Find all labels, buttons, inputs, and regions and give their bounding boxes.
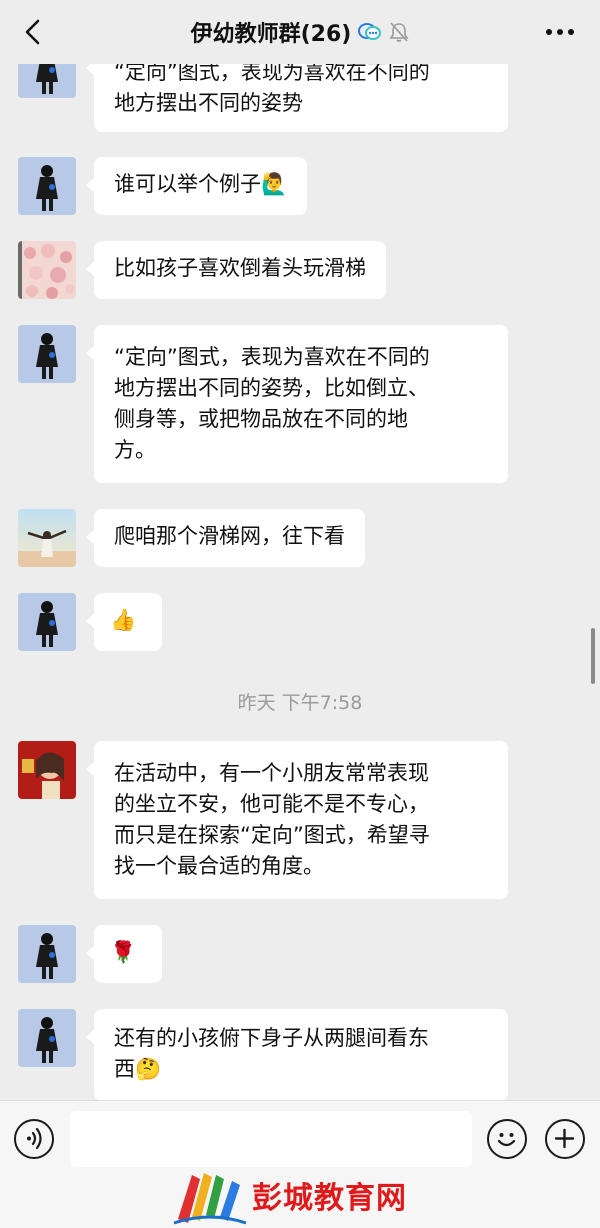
- avatar[interactable]: [18, 325, 76, 383]
- avatar[interactable]: [18, 1009, 76, 1067]
- watermark: 彭城教育网: [170, 1167, 440, 1227]
- avatar[interactable]: [18, 593, 76, 651]
- message-bubble[interactable]: 在活动中，有一个小朋友常常表现 的坐立不安，他可能不是不专心， 而只是在探索“定…: [86, 741, 508, 899]
- timestamp: 昨天 下午7:58: [237, 692, 363, 714]
- more-dots-icon: [546, 29, 574, 35]
- message-line: 还有的小孩俯下身子从两腿间看东: [114, 1026, 429, 1050]
- message-line: 侧身等，或把物品放在不同的地: [114, 407, 408, 431]
- message-bubble[interactable]: 👍: [86, 593, 162, 651]
- message-line: 在活动中，有一个小朋友常常表现: [114, 761, 429, 785]
- avatar[interactable]: [18, 157, 76, 215]
- message-line: 西🤔: [114, 1057, 162, 1081]
- message-bubble[interactable]: 🌹: [86, 925, 162, 983]
- message-bubble[interactable]: 谁可以举个例子🙋‍♂️: [85, 157, 308, 215]
- title-group[interactable]: 伊幼教师群(26): [191, 16, 410, 48]
- message-line: 谁可以举个例子🙋‍♂️: [114, 172, 288, 196]
- input-bar: 彭城教育网: [0, 1100, 600, 1228]
- message-line: 地方摆出不同的姿势，比如倒立、: [114, 376, 429, 400]
- message-line: 爬咱那个滑梯网，往下看: [114, 524, 345, 548]
- avatar[interactable]: [18, 241, 76, 299]
- plus-button[interactable]: [545, 1119, 585, 1159]
- message-line: 而只是在探索“定向”图式，希望寻: [114, 823, 430, 847]
- emoji-button[interactable]: [487, 1119, 527, 1159]
- message-line: 🌹: [110, 940, 137, 964]
- chat-bubbles-icon: [358, 23, 382, 40]
- message-line: 👍: [110, 608, 137, 632]
- message-line: 找一个最合适的角度。: [114, 854, 324, 878]
- message-bubble[interactable]: “定向”图式，表现为喜欢在不同的 地方摆出不同的姿势，比如倒立、 侧身等，或把物…: [86, 325, 508, 483]
- message-line: 方。: [114, 438, 156, 462]
- message-bubble[interactable]: 爬咱那个滑梯网，往下看: [86, 509, 365, 567]
- back-button[interactable]: [20, 18, 48, 46]
- watermark-text: 彭城教育网: [252, 1181, 407, 1216]
- voice-icon: [27, 1127, 42, 1150]
- message-line: 地方摆出不同的姿势: [114, 91, 303, 115]
- message-line: 的坐立不安，他可能不是不专心，: [114, 792, 429, 816]
- message-bubble[interactable]: 比如孩子喜欢倒着头玩滑梯: [86, 241, 386, 299]
- books-logo-icon: [173, 1173, 247, 1225]
- avatar[interactable]: [18, 741, 76, 799]
- voice-button[interactable]: [14, 1119, 54, 1159]
- chat-header: 伊幼教师群(26): [0, 0, 600, 64]
- chat-area[interactable]: “定向”图式，表现为喜欢在不同的 地方摆出不同的姿势 谁可以举个例子🙋‍♂️ 比…: [0, 0, 600, 1100]
- avatar[interactable]: [18, 509, 76, 567]
- more-button[interactable]: [544, 22, 576, 42]
- message-line: 比如孩子喜欢倒着头玩滑梯: [114, 256, 366, 280]
- message-bubble[interactable]: 还有的小孩俯下身子从两腿间看东 西🤔: [86, 1009, 508, 1100]
- scrollbar[interactable]: [591, 628, 595, 684]
- message-line: “定向”图式，表现为喜欢在不同的: [114, 345, 430, 369]
- page-title: 伊幼教师群(26): [190, 22, 352, 47]
- smiley-icon: [497, 1133, 516, 1147]
- message-input[interactable]: [70, 1111, 472, 1167]
- plus-icon: [554, 1128, 575, 1149]
- bell-off-icon: [389, 22, 409, 42]
- avatar[interactable]: [18, 925, 76, 983]
- chevron-left-icon: [25, 19, 40, 45]
